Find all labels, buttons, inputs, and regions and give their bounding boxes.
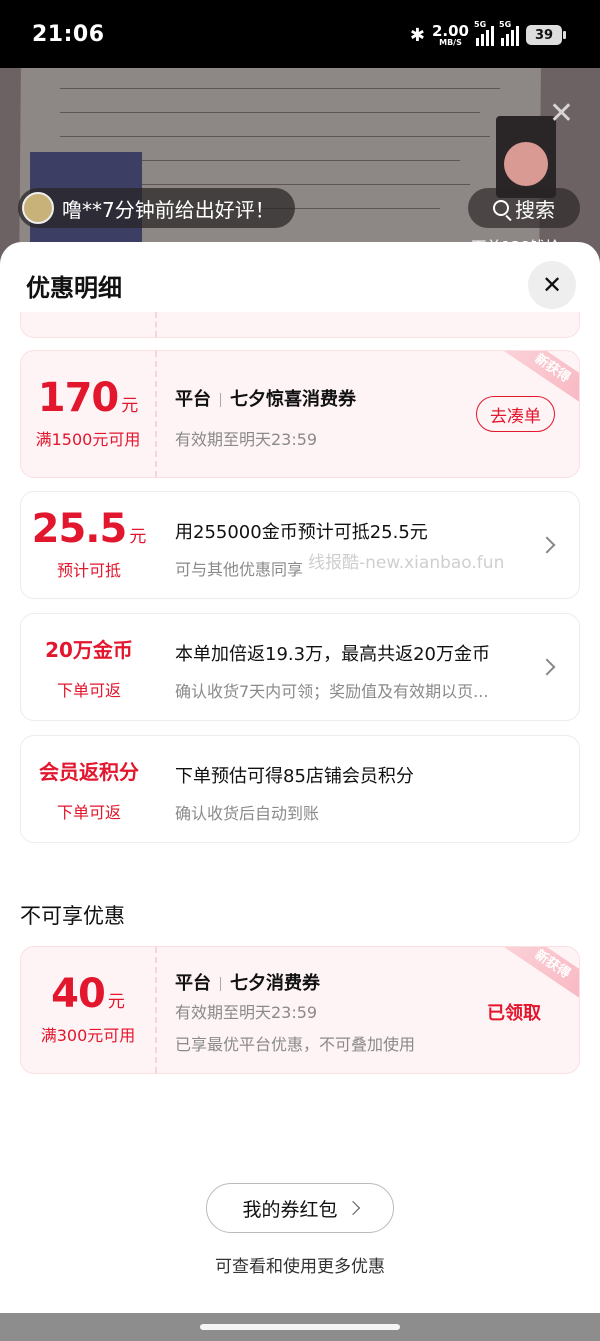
toast-text: 噜**7分钟前给出好评！ (62, 197, 275, 222)
battery-icon: 39 (526, 25, 566, 45)
coin-cashback-sub: 确认收货7天内可领；奖励值及有效期以页... (175, 682, 489, 701)
search-button[interactable]: 搜索 (468, 188, 580, 228)
coupon-title: 平台 七夕惊喜消费券 (175, 389, 356, 410)
status-time: 21:06 (32, 22, 105, 47)
coupon-validity: 有效期至明天23:59 (175, 1003, 318, 1022)
avatar (22, 192, 54, 224)
unavailable-coupon-card: 新获得 40 元 满300元可用 平台 七夕消费券 有效期至明天23:59 已享最优… (20, 946, 580, 1074)
search-icon (493, 200, 509, 216)
close-icon: ✕ (541, 271, 563, 299)
claimed-status: 已领取 (487, 1003, 541, 1024)
coin-cashback-title: 本单加倍返19.3万，最高共返20万金币 (175, 644, 490, 665)
member-points-title: 下单预估可得85店铺会员积分 (175, 766, 414, 787)
coin-deduction-value: 25.5 元 预计可抵 (31, 506, 147, 580)
coupon-card-partial (20, 312, 580, 338)
signal-icon: 5G (499, 20, 519, 46)
coupon-card[interactable]: 新获得 170 元 满1500元可用 平台 七夕惊喜消费券 有效期至明天23:59 … (20, 350, 580, 478)
product-jar-image (496, 116, 556, 198)
search-label: 搜索 (515, 197, 555, 222)
wallet-hint: 可查看和使用更多优惠 (215, 1257, 385, 1277)
close-icon[interactable]: ✕ (549, 96, 574, 131)
coupon-value: 170 元 满1500元可用 (21, 351, 157, 477)
coin-cashback-value: 20万金币 (45, 637, 133, 662)
close-button[interactable]: ✕ (528, 261, 576, 309)
unavailable-heading: 不可享优惠 (20, 904, 125, 928)
status-icons: ✱ 2.00 MB/S 5G 5G 39 (409, 20, 566, 50)
chevron-right-icon (345, 1200, 360, 1216)
home-indicator[interactable] (200, 1324, 400, 1330)
chevron-right-icon (538, 658, 556, 676)
coin-cashback-row[interactable]: 20万金币 下单可返 本单加倍返19.3万，最高共返20万金币 确认收货7天内可… (20, 613, 580, 721)
coin-deduction-sub: 可与其他优惠同享 (175, 560, 304, 579)
coin-deduction-row[interactable]: 25.5 元 预计可抵 用255000金币预计可抵25.5元 可与其他优惠同享 (20, 491, 580, 599)
coupon-title: 平台 七夕消费券 (175, 973, 320, 994)
chevron-right-icon (538, 536, 556, 554)
my-coupons-button[interactable]: 我的券红包 (206, 1183, 394, 1233)
add-items-button[interactable]: 去凑单 (476, 396, 555, 432)
sheet-title: 优惠明细 (26, 274, 122, 302)
coupon-amount: 40 (51, 971, 106, 1017)
coupon-condition: 满1500元可用 (35, 430, 141, 449)
review-toast: 噜**7分钟前给出好评！ (18, 188, 295, 228)
watermark-text: 线报酷-new.xianbao.fun (308, 553, 505, 573)
gesture-bar (0, 1313, 600, 1341)
network-speed: 2.00 MB/S (431, 21, 469, 47)
coupon-note: 已享最优平台优惠，不可叠加使用 (175, 1035, 416, 1054)
discount-detail-sheet: 优惠明细 ✕ 新获得 170 元 满1500元可用 平台 七夕惊喜消费券 有效期至明… (0, 242, 600, 1341)
status-bar: 21:06 ✱ 2.00 MB/S 5G 5G 39 (0, 0, 600, 68)
coupon-condition: 满300元可用 (40, 1026, 136, 1045)
member-points-value: 会员返积分 (39, 759, 139, 784)
bluetooth-icon: ✱ (409, 24, 425, 46)
member-points-sub: 确认收货后自动到账 (175, 804, 320, 823)
coupon-amount: 170 (37, 375, 119, 421)
product-background: ✕ 下单138钱拾 (0, 68, 600, 268)
member-points-row: 会员返积分 下单可返 下单预估可得85店铺会员积分 确认收货后自动到账 (20, 735, 580, 843)
signal-icon: 5G (474, 20, 494, 46)
coupon-validity: 有效期至明天23:59 (175, 430, 318, 449)
coin-deduction-title: 用255000金币预计可抵25.5元 (175, 522, 428, 543)
